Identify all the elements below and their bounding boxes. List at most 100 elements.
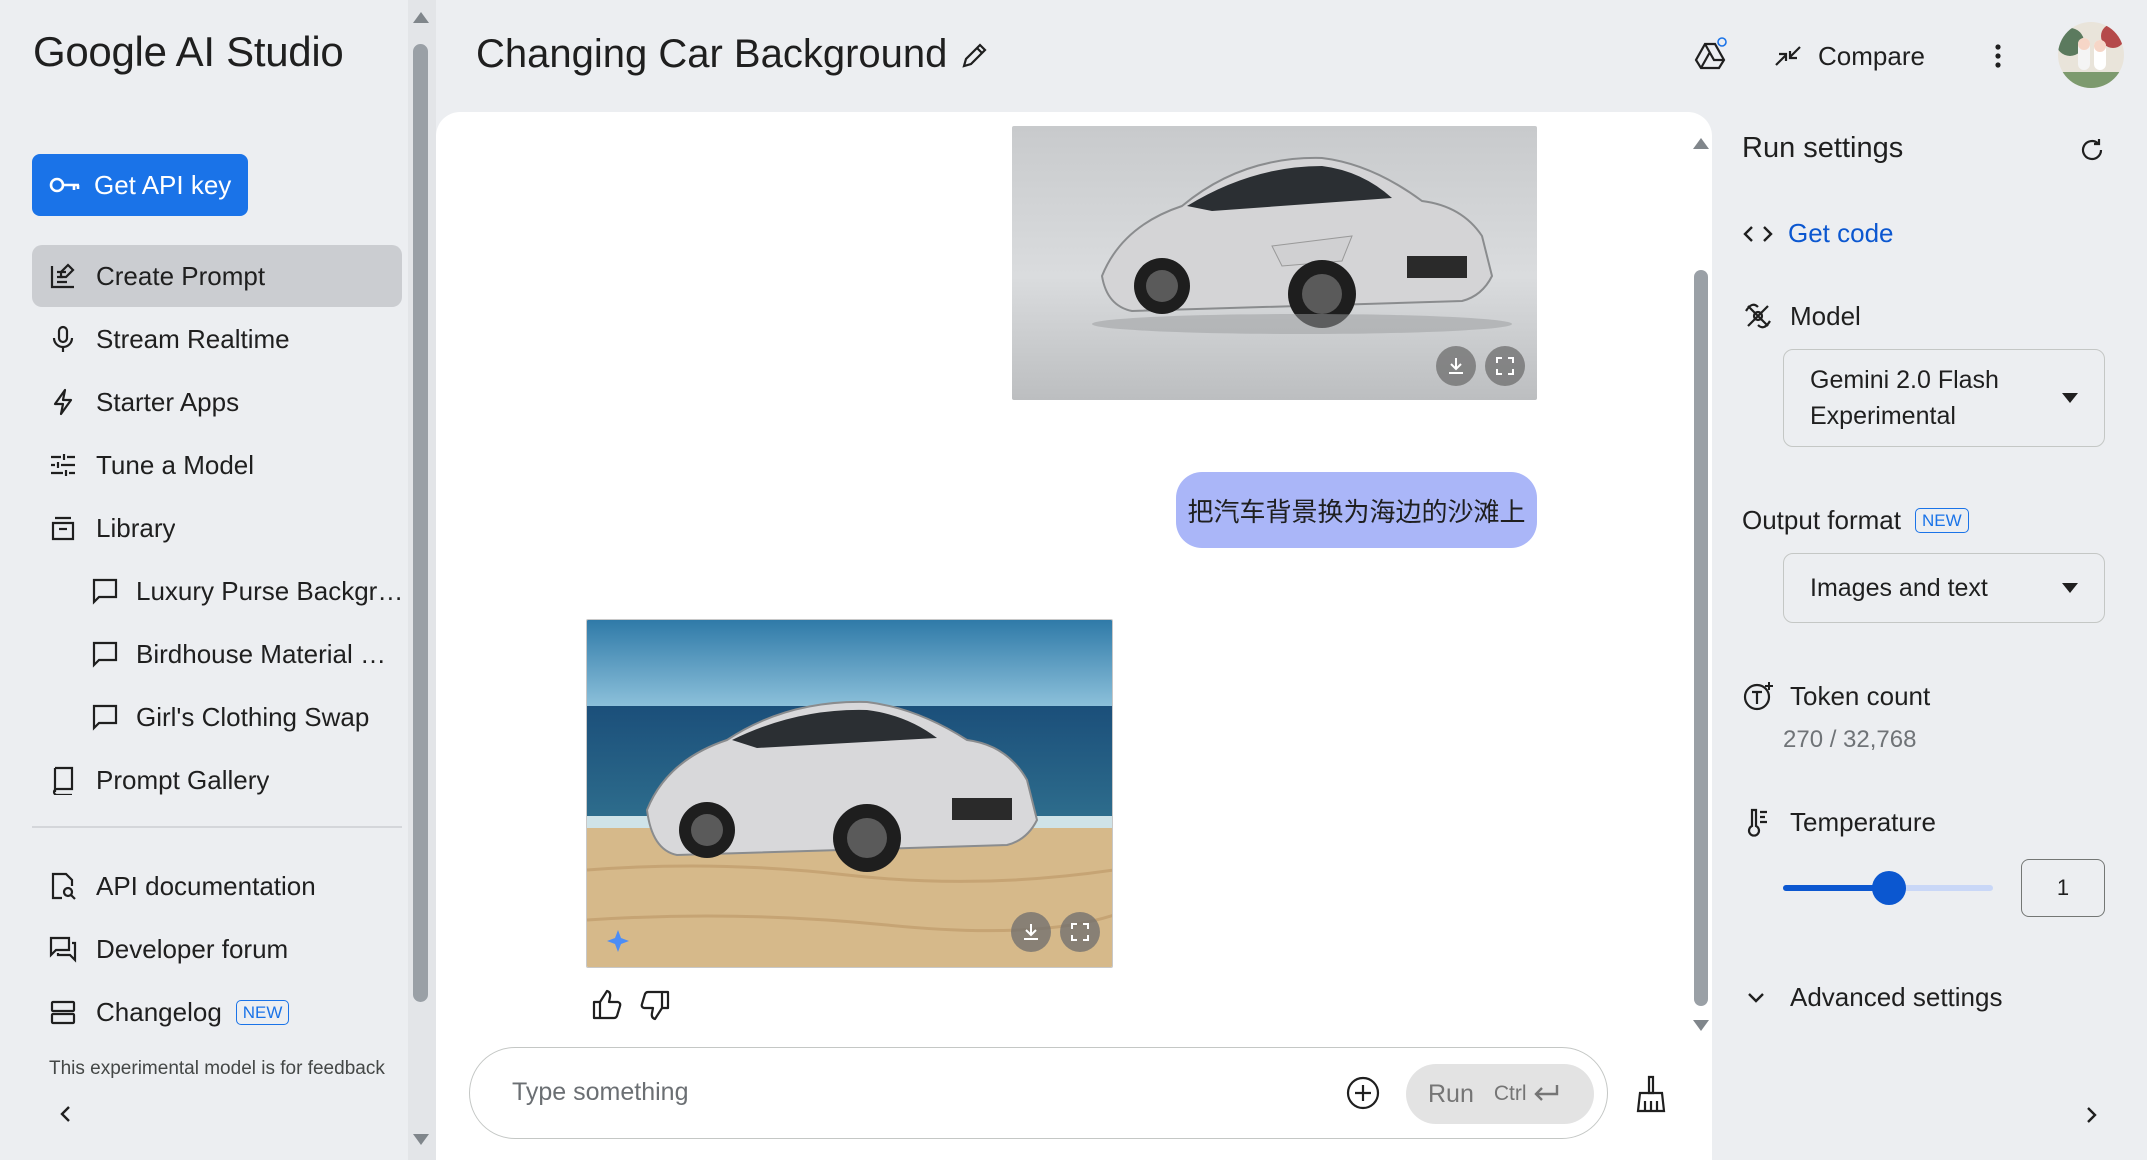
- chat-bubble-icon: [92, 641, 118, 668]
- temperature-slider-handle[interactable]: [1872, 871, 1906, 905]
- fullscreen-button[interactable]: [1485, 346, 1525, 386]
- download-icon: [1024, 924, 1038, 940]
- library-item-clothing-swap[interactable]: Girl's Clothing Swap: [74, 686, 404, 748]
- sidebar-scrollbar-thumb[interactable]: [413, 44, 428, 1002]
- sidebar-item-starter-apps[interactable]: Starter Apps: [32, 371, 402, 433]
- uploaded-car-image[interactable]: [1012, 126, 1537, 400]
- output-format-label-text: Output format: [1742, 505, 1901, 535]
- token-count-label: Token count: [1742, 680, 1930, 712]
- model-select[interactable]: Gemini 2.0 Flash Experimental: [1783, 349, 2105, 447]
- sidebar-item-label: Developer forum: [96, 933, 289, 964]
- run-label: Run: [1428, 1079, 1474, 1108]
- sidebar-item-api-docs[interactable]: API documentation: [32, 855, 402, 917]
- sidebar-item-changelog[interactable]: Changelog NEW: [32, 981, 402, 1043]
- scroll-down-arrow-icon[interactable]: [1693, 1020, 1709, 1031]
- download-button[interactable]: [1436, 346, 1476, 386]
- model-value-line2: Experimental: [1810, 402, 1956, 430]
- run-shortcut: Ctrl: [1493, 1082, 1527, 1105]
- doc-search-icon: [51, 872, 76, 900]
- compare-button[interactable]: Compare: [1772, 34, 1925, 78]
- fullscreen-button[interactable]: [1060, 912, 1100, 952]
- mic-icon: [52, 325, 74, 352]
- thumbs-up-icon[interactable]: [590, 988, 624, 1022]
- fullscreen-icon: [1071, 923, 1089, 941]
- chat-bubble-icon: [92, 704, 118, 731]
- model-label-text: Model: [1790, 300, 1861, 331]
- output-format-label: Output format NEW: [1742, 505, 1969, 536]
- sidebar-item-developer-forum[interactable]: Developer forum: [32, 918, 402, 980]
- sidebar-item-library[interactable]: Library: [32, 497, 402, 559]
- new-badge: NEW: [1914, 508, 1969, 533]
- scroll-down-arrow-icon[interactable]: [413, 1134, 429, 1145]
- run-button[interactable]: Run Ctrl: [1406, 1064, 1594, 1124]
- model-icon: [1745, 303, 1771, 329]
- library-item-label: Birdhouse Material Ch...: [136, 638, 404, 669]
- clear-chat-broom-icon[interactable]: [1632, 1074, 1670, 1114]
- sidebar-item-create-prompt[interactable]: Create Prompt: [32, 245, 402, 307]
- sidebar-item-label: Tune a Model: [96, 449, 255, 480]
- book-icon: [52, 766, 74, 795]
- app-brand[interactable]: Google AI Studio: [33, 28, 344, 76]
- dropdown-caret-icon: [2062, 393, 2078, 403]
- token-count-label-text: Token count: [1790, 680, 1931, 711]
- user-message-bubble: 把汽车背景换为海边的沙滩上: [1176, 472, 1537, 548]
- token-count-icon: [1743, 682, 1773, 711]
- bolt-icon: [53, 388, 73, 416]
- temperature-input[interactable]: 1: [2021, 859, 2105, 917]
- scroll-up-arrow-icon[interactable]: [1693, 138, 1709, 149]
- thumbs-down-icon[interactable]: [638, 988, 672, 1022]
- sidebar-divider: [32, 826, 402, 828]
- temperature-label-text: Temperature: [1790, 806, 1936, 837]
- pencil-icon[interactable]: [960, 40, 990, 70]
- dropdown-caret-icon: [2062, 583, 2078, 593]
- chevron-right-icon[interactable]: [2077, 1101, 2105, 1129]
- model-label: Model: [1742, 300, 1861, 332]
- create-prompt-icon: [50, 263, 75, 289]
- sidebar-item-label: Changelog: [96, 996, 222, 1027]
- prompt-input-placeholder[interactable]: Type something: [512, 1078, 689, 1107]
- sidebar-item-label: Create Prompt: [96, 260, 266, 291]
- footer-note: This experimental model is for feedback: [49, 1058, 385, 1079]
- library-item-label: Girl's Clothing Swap: [136, 701, 370, 732]
- forum-icon: [49, 936, 77, 963]
- output-format-value: Images and text: [1810, 573, 1988, 602]
- sidebar-item-tune-model[interactable]: Tune a Model: [32, 434, 402, 496]
- more-options-icon[interactable]: [1984, 40, 2012, 72]
- temperature-label: Temperature: [1742, 806, 1936, 838]
- sidebar-item-stream-realtime[interactable]: Stream Realtime: [32, 308, 402, 370]
- get-code-link[interactable]: Get code: [1742, 218, 1894, 249]
- get-api-key-label: Get API key: [94, 169, 232, 200]
- sidebar-item-label: Starter Apps: [96, 386, 240, 417]
- model-value-line1: Gemini 2.0 Flash: [1810, 366, 1999, 394]
- add-circle-icon[interactable]: [1345, 1075, 1381, 1111]
- advanced-settings-label: Advanced settings: [1790, 982, 2003, 1012]
- reset-icon[interactable]: [2078, 136, 2106, 164]
- get-api-key-button[interactable]: Get API key: [32, 154, 248, 216]
- chat-scrollbar-thumb[interactable]: [1694, 270, 1708, 1006]
- enter-key-icon: [1533, 1085, 1558, 1101]
- library-item-birdhouse[interactable]: Birdhouse Material Ch...: [74, 623, 404, 685]
- changelog-icon: [50, 1000, 76, 1025]
- compare-label: Compare: [1818, 40, 1925, 71]
- thermometer-icon: [1747, 808, 1767, 837]
- user-avatar[interactable]: [2058, 22, 2124, 88]
- scroll-up-arrow-icon[interactable]: [413, 12, 429, 23]
- library-item-label: Luxury Purse Backgro...: [136, 575, 404, 606]
- output-format-select[interactable]: Images and text: [1783, 553, 2105, 623]
- download-button[interactable]: [1011, 912, 1051, 952]
- fullscreen-icon: [1496, 357, 1514, 375]
- key-icon: [49, 177, 80, 193]
- get-code-label: Get code: [1788, 218, 1894, 248]
- sidebar-item-label: Stream Realtime: [96, 323, 290, 354]
- advanced-settings-toggle[interactable]: Advanced settings: [1742, 982, 2002, 1013]
- library-item-luxury-purse[interactable]: Luxury Purse Backgro...: [74, 560, 404, 622]
- download-icon: [1449, 358, 1463, 374]
- chevron-left-icon[interactable]: [52, 1100, 80, 1128]
- tune-icon: [51, 454, 75, 476]
- generated-car-beach-image[interactable]: [586, 619, 1113, 968]
- prompt-title: Changing Car Background: [476, 32, 948, 76]
- chevron-down-icon: [1748, 992, 1764, 1003]
- drive-sync-icon[interactable]: [1693, 36, 1729, 72]
- sidebar-item-prompt-gallery[interactable]: Prompt Gallery: [32, 749, 402, 811]
- sidebar-item-label: Prompt Gallery: [96, 764, 270, 795]
